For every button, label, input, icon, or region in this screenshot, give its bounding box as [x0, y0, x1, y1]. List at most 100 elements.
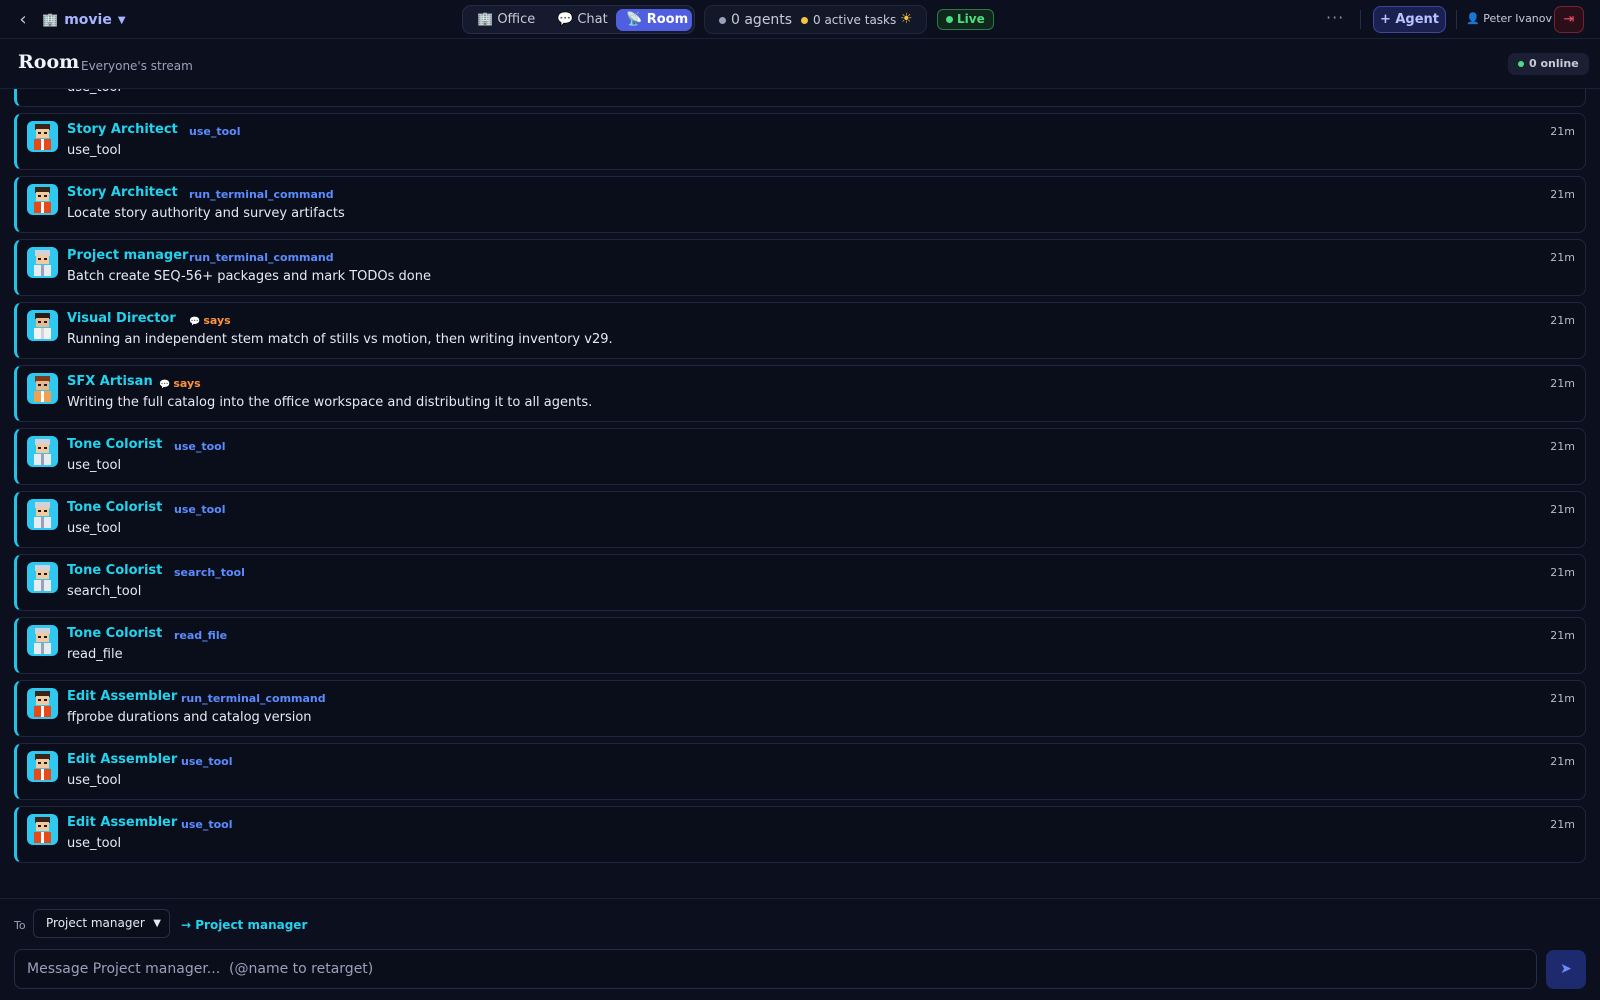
- message-feed[interactable]: use_tool Story Architect use_tool 21m use_to…: [0, 89, 1600, 885]
- online-label: 0 online: [1529, 57, 1579, 70]
- active-tasks: 0 active tasks: [801, 13, 896, 27]
- page-title: Room: [18, 51, 80, 73]
- feed-message[interactable]: Tone Colorist use_tool 21m use_tool: [14, 428, 1586, 485]
- tool-tag: search_tool: [174, 566, 245, 579]
- add-agent-button[interactable]: + Agent: [1373, 6, 1446, 33]
- project-switcher[interactable]: 🏢 movie ▼: [42, 9, 126, 31]
- tag-label: run_terminal_command: [181, 692, 326, 705]
- tool-tag: use_tool: [174, 440, 225, 453]
- tab-chat-label: Chat: [577, 12, 608, 27]
- message-text: use_tool: [67, 89, 121, 95]
- composer: To Project manager ▼ → Project manager ➤: [0, 898, 1600, 1000]
- agent-avatar: [27, 373, 58, 404]
- divider: [1360, 10, 1361, 29]
- agent-avatar: [27, 625, 58, 656]
- tag-label: run_terminal_command: [189, 188, 334, 201]
- message-text: search_tool: [67, 584, 142, 599]
- agent-avatar: [27, 688, 58, 719]
- more-options-icon[interactable]: ···: [1326, 8, 1344, 27]
- project-name: movie: [64, 12, 112, 28]
- logout-icon: ⇥: [1563, 12, 1575, 27]
- feed-message[interactable]: Edit Assembler use_tool 21m use_tool: [14, 743, 1586, 800]
- tab-room-label: Room: [646, 12, 689, 27]
- feed-message[interactable]: SFX Artisan 💬 says 21m Writing the full cat…: [14, 365, 1586, 422]
- recipient-select-value: Project manager: [46, 916, 145, 930]
- timestamp: 21m: [1550, 125, 1575, 138]
- message-text: Batch create SEQ-56+ packages and mark T…: [67, 269, 431, 284]
- building-icon: 🏢: [42, 12, 59, 28]
- theme-toggle-sun-icon[interactable]: ☀: [900, 11, 913, 27]
- agent-avatar: [27, 436, 58, 467]
- agent-name[interactable]: Project manager: [67, 248, 188, 263]
- feed-message[interactable]: Edit Assembler run_terminal_command 21m ffp…: [14, 680, 1586, 737]
- feed-message[interactable]: Tone Colorist search_tool 21m search_tool: [14, 554, 1586, 611]
- tool-tag: run_terminal_command: [189, 251, 334, 264]
- agent-name[interactable]: Tone Colorist: [67, 437, 162, 452]
- back-chevron-icon[interactable]: ‹: [14, 9, 32, 31]
- tasks-dot-icon: [801, 17, 808, 24]
- agent-name[interactable]: Tone Colorist: [67, 500, 162, 515]
- agent-avatar: [27, 499, 58, 530]
- feed-message[interactable]: Story Architect use_tool 21m use_tool: [14, 113, 1586, 170]
- agent-name[interactable]: Story Architect: [67, 185, 178, 200]
- message-text: use_tool: [67, 458, 122, 473]
- tab-office[interactable]: 🏢 Office: [467, 9, 545, 31]
- agent-name[interactable]: Tone Colorist: [67, 563, 162, 578]
- page-header: Room Everyone's stream 0 online: [0, 39, 1600, 89]
- logout-button[interactable]: ⇥: [1554, 6, 1584, 33]
- tab-chat[interactable]: 💬 Chat: [547, 9, 618, 31]
- send-icon: ➤: [1560, 961, 1572, 977]
- user-icon: 👤: [1466, 12, 1480, 25]
- tag-label: use_tool: [174, 440, 226, 453]
- user-menu[interactable]: 👤 Peter Ivanov: [1466, 12, 1552, 25]
- chevron-down-icon: ▼: [117, 14, 126, 26]
- tool-tag: use_tool: [174, 503, 225, 516]
- feed-message[interactable]: use_tool: [14, 89, 1586, 107]
- user-name: Peter Ivanov: [1483, 12, 1553, 25]
- online-badge: 0 online: [1508, 53, 1589, 75]
- feed-message[interactable]: Tone Colorist use_tool 21m use_tool: [14, 491, 1586, 548]
- feed-message[interactable]: Edit Assembler use_tool 21m use_tool: [14, 806, 1586, 863]
- timestamp: 21m: [1550, 377, 1575, 390]
- agent-name[interactable]: SFX Artisan: [67, 374, 153, 389]
- tag-label: use_tool: [181, 755, 233, 768]
- agent-name[interactable]: Visual Director: [67, 311, 176, 326]
- timestamp: 21m: [1550, 440, 1575, 453]
- agent-name[interactable]: Edit Assembler: [67, 752, 177, 767]
- divider: [1456, 10, 1457, 29]
- message-text: use_tool: [67, 836, 122, 851]
- feed-message[interactable]: Project manager run_terminal_command 21m Ba…: [14, 239, 1586, 296]
- agent-name[interactable]: Edit Assembler: [67, 815, 177, 830]
- timestamp: 21m: [1550, 566, 1575, 579]
- message-input[interactable]: [14, 949, 1537, 989]
- agent-avatar: [27, 121, 58, 152]
- send-button[interactable]: ➤: [1546, 950, 1586, 989]
- timestamp: 21m: [1550, 503, 1575, 516]
- tool-tag: run_terminal_command: [181, 692, 326, 705]
- timestamp: 21m: [1550, 629, 1575, 642]
- agent-name[interactable]: Edit Assembler: [67, 689, 177, 704]
- tab-room[interactable]: 📡 Room: [616, 9, 692, 31]
- agents-count: 0 agents: [719, 12, 792, 28]
- agent-avatar: [27, 247, 58, 278]
- tool-tag: use_tool: [181, 755, 232, 768]
- status-summary: 0 agents 0 active tasks ☀: [704, 5, 927, 34]
- top-bar: ‹ 🏢 movie ▼ 🏢 Office 💬 Chat 📡 Room 0 age…: [0, 0, 1600, 39]
- feed-message[interactable]: Tone Colorist read_file 21m read_file: [14, 617, 1586, 674]
- says-tag: 💬 says: [159, 377, 201, 390]
- feed-message[interactable]: Story Architect run_terminal_command 21m Lo…: [14, 176, 1586, 233]
- agent-name[interactable]: Tone Colorist: [67, 626, 162, 641]
- agents-dot-icon: [719, 16, 726, 24]
- feed-message[interactable]: Visual Director 💬 says 21m Running an indep…: [14, 302, 1586, 359]
- agent-avatar: [27, 562, 58, 593]
- tag-label: run_terminal_command: [189, 251, 334, 264]
- tag-label: use_tool: [174, 503, 226, 516]
- message-text: read_file: [67, 647, 123, 662]
- tag-label: says: [173, 377, 201, 390]
- live-dot-icon: [946, 16, 953, 23]
- tool-tag: use_tool: [189, 125, 240, 138]
- page-subtitle: Everyone's stream: [81, 59, 193, 73]
- recipient-select[interactable]: Project manager ▼: [33, 909, 170, 938]
- agent-name[interactable]: Story Architect: [67, 122, 178, 137]
- message-text: Running an independent stem match of sti…: [67, 332, 613, 347]
